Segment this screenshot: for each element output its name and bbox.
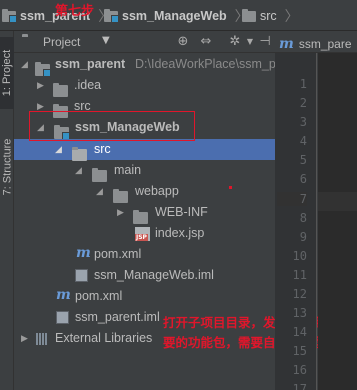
tree-row-label: pom.xml bbox=[94, 247, 142, 261]
highlight-box bbox=[29, 111, 195, 141]
globe-icon[interactable]: ⊕ bbox=[175, 34, 191, 50]
current-line-highlight bbox=[318, 192, 357, 211]
collapse-icon[interactable]: ⇔ bbox=[198, 34, 214, 50]
tree-row-webapp[interactable]: ◢ webapp bbox=[14, 181, 275, 203]
folder-icon bbox=[72, 146, 87, 161]
collapsed-arrow-icon[interactable]: ▶ bbox=[37, 81, 47, 91]
collapsed-arrow-icon[interactable]: ▶ bbox=[117, 208, 127, 218]
tool-window-strip: 1: Project 7: Structure bbox=[0, 31, 14, 390]
annotation-dot bbox=[229, 186, 232, 189]
line-number: 10 bbox=[292, 249, 307, 263]
expanded-arrow-icon[interactable]: ◢ bbox=[21, 60, 31, 70]
maven-file-icon: m bbox=[76, 245, 91, 261]
tab-ssm-parent-pom[interactable]: m ssm_pare bbox=[279, 34, 352, 53]
tree-row-label: ssm_ManageWeb.iml bbox=[94, 268, 214, 282]
libraries-icon bbox=[36, 333, 50, 345]
tree-row-src-selected[interactable]: ◢ src bbox=[14, 139, 275, 161]
tree-row-label: src bbox=[94, 142, 111, 156]
line-number: 4 bbox=[299, 134, 307, 148]
project-view-selector[interactable]: Project bbox=[43, 35, 80, 49]
line-number: 3 bbox=[299, 115, 307, 129]
module-folder-icon bbox=[35, 61, 51, 77]
module-folder-icon bbox=[2, 8, 17, 23]
tree-row-ssm-parent[interactable]: ◢ ssm_parent D:\IdeaWorkPlace\ssm_p bbox=[14, 54, 275, 77]
step-note: 第七步 bbox=[55, 4, 95, 19]
jsp-file-icon: JSP bbox=[135, 227, 150, 241]
expanded-arrow-icon[interactable]: ◢ bbox=[96, 187, 106, 197]
line-number: 11 bbox=[292, 268, 307, 282]
module-path: D:\IdeaWorkPlace\ssm_p bbox=[135, 57, 275, 71]
tree-row-pom-xml[interactable]: m pom.xml bbox=[14, 244, 275, 265]
folder-icon bbox=[53, 82, 68, 97]
tree-row-index-jsp[interactable]: JSP index.jsp bbox=[14, 223, 275, 244]
project-panel-header: Project ▼ ⊕ ⇔ ✲ ▼ ⊣ bbox=[14, 31, 275, 53]
breadcrumb: ssm_parent 〉 ssm_ManageWeb 〉 src 〉 第七步 bbox=[0, 0, 357, 31]
tab-project[interactable]: 1: Project bbox=[0, 37, 14, 109]
tree-row-label: ssm_parent bbox=[55, 57, 126, 71]
breadcrumb-separator: 〉 bbox=[284, 8, 299, 24]
line-number: 16 bbox=[292, 363, 307, 377]
line-number: 13 bbox=[292, 306, 307, 320]
breadcrumb-item-src[interactable]: src 〉 bbox=[242, 8, 299, 24]
maven-file-icon: m bbox=[279, 35, 294, 52]
tree-row-label: ssm_parent.iml bbox=[75, 310, 160, 324]
tree-row-label: pom.xml bbox=[75, 289, 123, 303]
line-number: 5 bbox=[299, 153, 307, 167]
iml-file-icon bbox=[56, 311, 69, 324]
web-folder-icon bbox=[113, 188, 128, 203]
line-number: 6 bbox=[299, 172, 307, 186]
line-number: 17 bbox=[292, 382, 307, 390]
folder-icon bbox=[133, 209, 148, 224]
tree-row-label: index.jsp bbox=[155, 226, 205, 240]
folder-icon bbox=[92, 167, 107, 182]
line-number: 12 bbox=[292, 287, 307, 301]
line-number: 8 bbox=[299, 211, 307, 225]
iml-file-icon bbox=[75, 269, 88, 282]
settings-dropdown-icon[interactable]: ▼ bbox=[242, 34, 258, 50]
tab-structure[interactable]: 7: Structure bbox=[0, 119, 14, 215]
editor-gutter: 1 2 3 4 5 6 7 8 9 10 11 12 13 14 15 16 1… bbox=[275, 53, 340, 390]
line-number: 9 bbox=[299, 230, 307, 244]
folder-icon bbox=[242, 8, 256, 22]
chevron-down-icon[interactable]: ▼ bbox=[102, 35, 110, 46]
tree-row-web-inf[interactable]: ▶ WEB-INF bbox=[14, 202, 275, 224]
tree-row-label: webapp bbox=[135, 184, 179, 198]
tree-row-label: .idea bbox=[74, 78, 102, 92]
tree-row-root-pom-xml[interactable]: m pom.xml bbox=[14, 286, 275, 307]
module-folder-icon bbox=[104, 8, 119, 23]
editor-content[interactable] bbox=[318, 53, 357, 390]
tree-row-ssm-manageweb-iml[interactable]: ssm_ManageWeb.iml bbox=[14, 265, 275, 286]
tree-row-label: External Libraries bbox=[55, 331, 153, 345]
expanded-arrow-icon[interactable]: ◢ bbox=[75, 166, 85, 176]
tree-row-idea[interactable]: ▶ .idea bbox=[14, 75, 275, 97]
tree-row-label: WEB-INF bbox=[155, 205, 208, 219]
collapsed-arrow-icon[interactable]: ▶ bbox=[21, 334, 31, 344]
line-number: 2 bbox=[299, 96, 307, 110]
expanded-arrow-icon[interactable]: ◢ bbox=[55, 145, 65, 155]
line-number-current: 7 bbox=[277, 192, 307, 206]
breadcrumb-item-ssm-manageweb[interactable]: ssm_ManageWeb 〉 bbox=[104, 8, 249, 24]
tree-row-label: main bbox=[114, 163, 142, 177]
line-number: 15 bbox=[292, 344, 307, 358]
line-number: 1 bbox=[299, 77, 307, 91]
maven-file-icon: m bbox=[56, 287, 71, 303]
settings-icon[interactable]: ✲ bbox=[227, 34, 243, 50]
editor-tab-bar: m ssm_pare bbox=[275, 31, 357, 53]
line-number: 14 bbox=[292, 325, 307, 339]
hide-icon[interactable]: ⊣ bbox=[257, 34, 273, 50]
tree-row-main[interactable]: ◢ main bbox=[14, 160, 275, 182]
